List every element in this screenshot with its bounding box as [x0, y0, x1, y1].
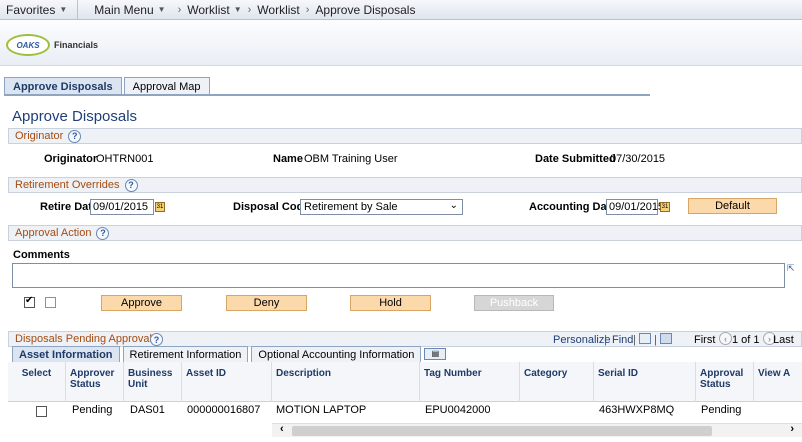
accounting-date-label: Accounting Date	[529, 201, 617, 213]
disposal-code-label: Disposal Code	[233, 201, 310, 213]
view-all-icon[interactable]	[639, 333, 651, 344]
nav-divider	[77, 0, 79, 20]
originator-label: Originator	[44, 153, 98, 165]
deny-button[interactable]: Deny	[226, 295, 307, 311]
header-banner: OAKS Financials	[0, 20, 802, 66]
approval-header-label: Approval Action	[15, 227, 92, 239]
horizontal-scrollbar[interactable]: ‹ ›	[272, 423, 802, 437]
scroll-left-icon[interactable]: ‹	[280, 423, 284, 435]
col-business-unit: Business Unit	[124, 362, 182, 402]
breadcrumb-arrow-icon: ›	[305, 3, 310, 16]
help-icon[interactable]: ?	[96, 226, 110, 240]
breadcrumb-arrow-icon: ›	[177, 3, 182, 16]
page-title: Approve Disposals	[12, 108, 138, 125]
logo-mark: OAKS	[6, 34, 50, 56]
cell-business-unit: DAS01	[130, 404, 165, 416]
main-menu[interactable]: Main Menu ▼	[88, 0, 171, 20]
main-menu-label: Main Menu	[94, 2, 154, 17]
favorites-menu[interactable]: Favorites ▼	[0, 0, 73, 20]
cell-approver-status: Pending	[72, 404, 113, 416]
comments-textarea[interactable]	[12, 263, 785, 288]
personalize-link[interactable]: Personalize	[553, 334, 610, 346]
download-icon[interactable]	[660, 333, 672, 344]
tab-underline	[4, 94, 650, 96]
tab-approval-map[interactable]: Approval Map	[123, 77, 210, 95]
first-label: First	[694, 334, 716, 346]
col-asset-id: Asset ID	[182, 362, 272, 402]
cell-tag-number: EPU0042000	[425, 404, 491, 416]
col-description: Description	[272, 362, 420, 402]
pager-count: 1 of 1	[732, 334, 760, 346]
link-divider: |	[633, 334, 636, 346]
scrollbar-thumb[interactable]	[292, 426, 712, 436]
name-label: Name	[273, 153, 303, 165]
hold-button[interactable]: Hold	[350, 295, 431, 311]
originator-value: OHTRN001	[96, 153, 154, 165]
row-select-checkbox[interactable]	[36, 406, 47, 417]
approval-action-header: Approval Action ?	[8, 225, 802, 241]
help-icon[interactable]: ?	[150, 333, 163, 346]
date-submitted-label: Date Submitted	[535, 153, 616, 165]
scroll-right-icon[interactable]: ›	[790, 423, 794, 435]
prev-arrow-icon: ‹	[719, 332, 732, 345]
col-approval-status: Approval Status	[696, 362, 754, 402]
show-all-columns-icon[interactable]: ▤	[424, 348, 447, 360]
breadcrumb-arrow-icon: ›	[247, 3, 252, 16]
pending-header-label: Disposals Pending Approval	[15, 333, 152, 345]
help-icon[interactable]: ?	[124, 178, 138, 192]
retirement-overrides-header: Retirement Overrides ?	[8, 177, 802, 193]
disposals-pending-header: Disposals Pending Approval ? Personalize…	[8, 331, 802, 347]
name-value: OBM Training User	[304, 153, 398, 165]
approve-button[interactable]: Approve	[101, 295, 182, 311]
breadcrumb-worklist-1[interactable]: Worklist	[187, 3, 229, 17]
grid-tabs: Asset Information Retirement Information…	[12, 346, 447, 362]
disposal-code-select[interactable]: Retirement by Sale ⌄	[300, 199, 463, 215]
originator-header-label: Originator	[15, 130, 64, 142]
page-tabs: Approve Disposals Approval Map	[4, 77, 212, 95]
chevron-down-icon: ▼	[233, 5, 242, 14]
date-submitted-value: 07/30/2015	[610, 153, 666, 165]
last-label: Last	[773, 334, 794, 346]
checkbox-checked[interactable]	[24, 295, 35, 308]
find-link[interactable]: Find	[612, 334, 633, 346]
col-category: Category	[520, 362, 594, 402]
retire-date-input[interactable]: 09/01/2015	[90, 199, 154, 215]
originator-section-header: Originator ?	[8, 128, 802, 144]
cell-serial-id: 463HWXP8MQ	[599, 404, 675, 416]
tab-approve-disposals[interactable]: Approve Disposals	[4, 77, 122, 95]
col-select: Select	[8, 362, 66, 402]
link-divider: |	[604, 334, 607, 346]
chevron-down-icon: ▼	[59, 5, 68, 14]
accounting-date-input[interactable]: 09/01/2015	[606, 199, 664, 215]
expand-textarea-icon[interactable]: ⇱	[787, 263, 795, 274]
logo-text: Financials	[54, 40, 99, 50]
pushback-button: Pushback	[474, 295, 554, 311]
calendar-icon[interactable]: 31	[660, 202, 670, 212]
cell-description: MOTION LAPTOP	[276, 404, 367, 416]
tab-optional-accounting[interactable]: Optional Accounting Information	[251, 346, 422, 362]
default-button[interactable]: Default	[688, 198, 777, 214]
top-nav-bar: Favorites ▼ Main Menu ▼ › Worklist ▼ › W…	[0, 0, 802, 20]
breadcrumb-current: Approve Disposals	[315, 2, 416, 17]
cell-approval-status: Pending	[701, 404, 742, 416]
overrides-header-label: Retirement Overrides	[15, 179, 120, 191]
tab-retirement-information[interactable]: Retirement Information	[122, 346, 249, 362]
link-divider: |	[654, 334, 657, 346]
cell-asset-id: 000000016807	[187, 404, 261, 416]
calendar-icon[interactable]: 31	[155, 202, 165, 212]
tab-asset-information[interactable]: Asset Information	[12, 346, 120, 362]
oaks-logo: OAKS Financials	[6, 34, 98, 56]
col-serial-id: Serial ID	[594, 362, 696, 402]
col-view: View A	[758, 368, 791, 379]
chevron-down-icon: ▼	[157, 5, 166, 14]
checkbox-unchecked[interactable]	[45, 297, 56, 308]
comments-label: Comments	[13, 249, 70, 261]
help-icon[interactable]: ?	[68, 129, 82, 143]
col-tag-number: Tag Number	[420, 362, 520, 402]
chevron-down-icon: ⌄	[449, 200, 458, 211]
breadcrumb-worklist-2[interactable]: Worklist	[257, 3, 299, 17]
favorites-label: Favorites	[6, 2, 56, 17]
col-approver-status: Approver Status	[66, 362, 124, 402]
disposal-code-value: Retirement by Sale	[304, 201, 398, 213]
